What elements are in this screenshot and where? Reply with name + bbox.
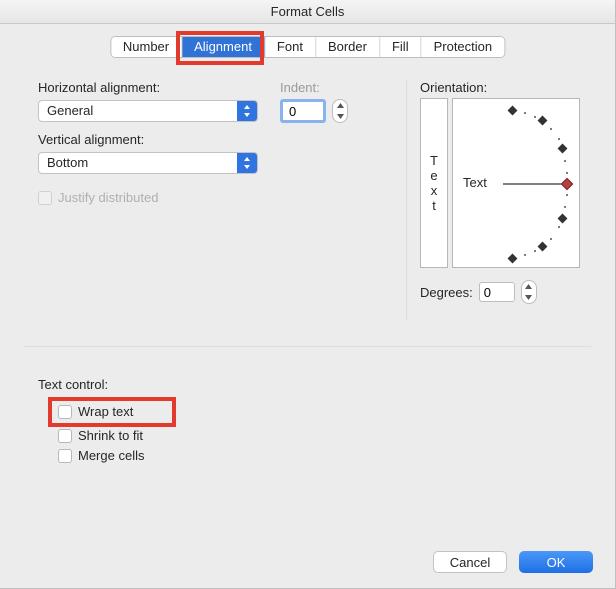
checkbox-box [38, 191, 52, 205]
combo-horizontal-value: General [39, 101, 237, 121]
tab-bar: Number Alignment Font Border Fill Protec… [110, 36, 505, 58]
updown-icon [237, 101, 257, 121]
label-orientation: Orientation: [420, 80, 487, 95]
tab-number[interactable]: Number [111, 37, 182, 57]
stepper-down-icon [333, 111, 347, 122]
checkbox-box [58, 429, 72, 443]
orientation-panel: T e x t [420, 98, 580, 268]
vertical-divider [406, 80, 407, 320]
label-horizontal-alignment: Horizontal alignment: [38, 80, 160, 95]
tab-alignment[interactable]: Alignment [182, 37, 265, 57]
stepper-degrees[interactable] [521, 280, 537, 304]
tab-fill[interactable]: Fill [380, 37, 422, 57]
ok-button[interactable]: OK [519, 551, 593, 573]
dialog-content: Number Alignment Font Border Fill Protec… [0, 24, 615, 589]
stepper-down-icon [522, 292, 536, 303]
stepper-up-icon [522, 281, 536, 292]
stepper-up-icon [333, 100, 347, 111]
label-indent: Indent: [280, 80, 320, 95]
orientation-dial[interactable]: Text [452, 98, 580, 268]
cancel-button[interactable]: Cancel [433, 551, 507, 573]
combo-vertical-alignment[interactable]: Bottom [38, 152, 258, 174]
checkbox-label: Wrap text [78, 404, 133, 419]
orientation-vertical-button[interactable]: T e x t [420, 98, 448, 268]
orient-char: e [430, 168, 437, 183]
input-degrees[interactable] [479, 282, 515, 302]
checkbox-box [58, 449, 72, 463]
label-vertical-alignment: Vertical alignment: [38, 132, 144, 147]
checkbox-justify-distributed: Justify distributed [38, 190, 158, 205]
checkbox-label: Merge cells [78, 448, 144, 463]
label-text-control: Text control: [38, 377, 108, 392]
button-row: Cancel OK [433, 551, 593, 573]
checkbox-box [58, 405, 72, 419]
tab-border[interactable]: Border [316, 37, 380, 57]
degrees-row: Degrees: [420, 280, 537, 304]
checkbox-label: Justify distributed [58, 190, 158, 205]
orient-char: t [432, 198, 436, 213]
orient-char: T [430, 153, 438, 168]
stepper-indent[interactable] [332, 99, 348, 123]
dialog-title: Format Cells [0, 0, 615, 24]
updown-icon [237, 153, 257, 173]
checkbox-merge-cells[interactable]: Merge cells [58, 448, 144, 463]
horizontal-divider [24, 346, 591, 347]
tab-font[interactable]: Font [265, 37, 316, 57]
orient-char: x [431, 183, 438, 198]
combo-horizontal-alignment[interactable]: General [38, 100, 258, 122]
checkbox-wrap-text[interactable]: Wrap text [58, 404, 133, 419]
orientation-text-label: Text [463, 175, 487, 190]
checkbox-shrink-to-fit[interactable]: Shrink to fit [58, 428, 143, 443]
combo-vertical-value: Bottom [39, 153, 237, 173]
input-indent[interactable] [280, 99, 326, 123]
tab-protection[interactable]: Protection [422, 37, 505, 57]
label-degrees: Degrees: [420, 285, 473, 300]
checkbox-label: Shrink to fit [78, 428, 143, 443]
